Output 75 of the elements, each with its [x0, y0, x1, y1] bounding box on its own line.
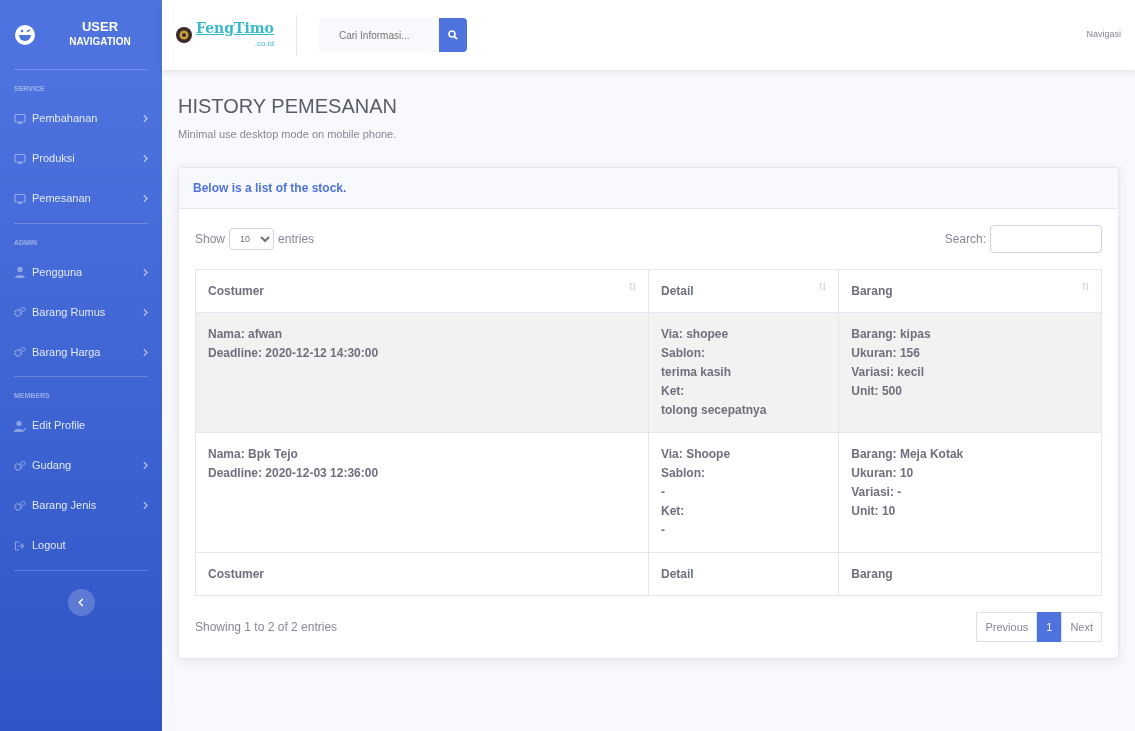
cell-text: Unit: 500	[851, 382, 903, 400]
cell-text: Via: Shoope	[661, 445, 732, 463]
sidebar-item[interactable]: Edit Profile	[14, 405, 148, 446]
logo-text: FengTimo	[196, 20, 274, 36]
gears-icon	[14, 346, 26, 358]
cell-text: Sablon:	[661, 344, 706, 362]
column-footer: Costumer	[195, 552, 649, 596]
sidebar-item[interactable]: Barang Harga	[14, 332, 148, 372]
sidebar-item[interactable]: Pengguna	[14, 252, 148, 292]
chevron-left-icon	[78, 597, 84, 607]
cell-text: Barang: Meja Kotak	[851, 445, 965, 463]
cell-text: terima kasih	[661, 363, 733, 381]
entries-label: entries	[278, 230, 315, 248]
column-header[interactable]: Barang	[838, 269, 1102, 313]
pagination-button[interactable]: 1	[1037, 611, 1062, 643]
cell-text: -	[661, 521, 666, 539]
logo-icon	[176, 27, 192, 43]
cell-text: Ket:	[661, 502, 686, 520]
logout-icon	[14, 539, 26, 552]
sidebar-toggle-button[interactable]	[67, 588, 95, 616]
cell-text: Variasi: -	[851, 483, 903, 501]
card-title: Below is a list of the stock.	[193, 180, 348, 195]
monitor-icon	[14, 192, 26, 205]
sidebar-item[interactable]: Pemesanan	[14, 178, 148, 219]
monitor-icon	[14, 152, 26, 165]
column-footer: Barang	[838, 552, 1102, 596]
page-subtitle: Minimal use desktop mode on mobile phone.	[178, 127, 398, 142]
cell-text: Ket:	[661, 382, 686, 400]
cell-text: Ukuran: 10	[851, 464, 915, 482]
logo-domain: .co.id	[253, 38, 274, 50]
search-button[interactable]	[438, 18, 467, 52]
cell-text: Variasi: kecil	[851, 363, 925, 381]
page-title: HISTORY PEMESANAN	[178, 94, 398, 118]
column-footer: Detail	[648, 552, 839, 596]
cell-text: Unit: 10	[851, 502, 897, 520]
cell-text: Nama: Bpk Tejo	[208, 445, 299, 463]
brand-title: USER	[80, 19, 120, 35]
gears-icon	[14, 459, 26, 472]
table-info: Showing 1 to 2 of 2 entries	[195, 619, 338, 637]
monitor-icon	[14, 112, 26, 125]
table-search-field[interactable]	[990, 224, 1102, 253]
search-field[interactable]: Cari Informasi...	[318, 18, 439, 52]
entries-select[interactable]: 10	[229, 227, 275, 250]
sort-icon	[1082, 281, 1089, 291]
brand-subtitle: NAVIGATION	[68, 35, 132, 50]
column-header[interactable]: Costumer	[195, 269, 649, 313]
user-icon	[14, 266, 26, 278]
sidebar-item[interactable]: Logout	[14, 525, 148, 566]
cell-text: Deadline: 2020-12-12 14:30:00	[208, 344, 380, 362]
cell-text: -	[661, 483, 666, 501]
sort-icon	[629, 281, 636, 291]
search-label: Search:	[944, 230, 986, 248]
user-edit-icon	[14, 419, 26, 432]
sidebar-item[interactable]: Gudang	[14, 445, 148, 486]
search-icon	[447, 30, 458, 40]
cell-text: tolong secepatnya	[661, 401, 768, 419]
sidebar-item[interactable]: Barang Jenis	[14, 485, 148, 526]
show-label: Show	[195, 230, 226, 248]
cell-text: Nama: afwan	[208, 325, 284, 343]
gears-icon	[14, 499, 26, 512]
sidebar-item[interactable]: Pembahanan	[14, 98, 148, 139]
cell-text: Barang: kipas	[851, 325, 932, 343]
cell-text: Sablon:	[661, 464, 706, 482]
pagination-button[interactable]: Next	[1061, 611, 1102, 643]
cell-text: Deadline: 2020-12-03 12:36:00	[208, 464, 380, 482]
sort-icon	[819, 281, 827, 291]
cell-text: Ukuran: 156	[851, 344, 921, 362]
sidebar-item[interactable]: Produksi	[14, 138, 148, 179]
column-header[interactable]: Detail	[648, 269, 839, 313]
navigation-menu[interactable]: Navigasi	[1086, 28, 1121, 42]
sidebar-item[interactable]: Barang Rumus	[14, 292, 148, 332]
pagination-button[interactable]: Previous	[976, 611, 1038, 643]
gears-icon	[14, 306, 26, 318]
cell-text: Via: shopee	[661, 325, 730, 343]
smiley-logo-icon	[14, 23, 36, 46]
